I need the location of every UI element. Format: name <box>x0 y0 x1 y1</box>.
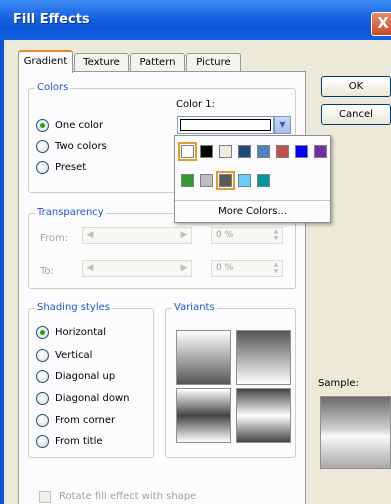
from-slider[interactable]: ◀ ▶ <box>82 227 192 244</box>
tab-texture[interactable]: Texture <box>74 53 129 72</box>
ok-button[interactable]: OK <box>321 76 391 97</box>
swatch-bright-blue[interactable] <box>295 145 308 158</box>
radio-indicator <box>36 348 49 362</box>
radio-preset[interactable]: Preset <box>36 159 86 175</box>
transparency-group: Transparency From: ◀ ▶ 0 % ▲ ▼ To: ◀ ▶ 0 … <box>28 207 296 289</box>
radio-label: Preset <box>55 161 87 173</box>
tab-pattern[interactable]: Pattern <box>130 53 185 72</box>
more-colors-button[interactable]: More Colors... <box>175 200 330 222</box>
radio-one-color[interactable]: One color <box>36 117 103 133</box>
radio-indicator <box>36 434 49 448</box>
radio-from-title[interactable]: From title <box>36 433 103 449</box>
radio-indicator <box>36 325 49 339</box>
shading-legend: Shading styles <box>35 302 112 313</box>
radio-label: Horizontal <box>55 326 107 338</box>
swatch-blue[interactable] <box>257 145 270 158</box>
title-bar: Fill Effects X <box>0 0 391 40</box>
spinner-arrows-icon: ▲ ▼ <box>273 228 279 242</box>
arrow-left-icon: ◀ <box>86 263 94 273</box>
swatch-teal[interactable] <box>257 174 270 187</box>
radio-label: Diagonal down <box>55 392 130 404</box>
swatch-light-blue[interactable] <box>238 174 251 187</box>
swatch-tan[interactable] <box>219 145 232 158</box>
radio-indicator <box>36 391 49 405</box>
radio-from-corner[interactable]: From corner <box>36 412 115 428</box>
spinner-arrows-icon: ▲ ▼ <box>273 261 279 275</box>
color1-label: Color 1: <box>176 99 216 110</box>
radio-label: Vertical <box>55 349 93 361</box>
rotate-checkbox-label: Rotate fill effect with shape <box>59 491 197 502</box>
to-spinner[interactable]: 0 % ▲ ▼ <box>211 260 283 277</box>
radio-vertical[interactable]: Vertical <box>36 347 92 363</box>
variant-2[interactable] <box>236 330 291 385</box>
swatch-dark-blue[interactable] <box>238 145 251 158</box>
chevron-down-icon: ▼ <box>279 120 286 129</box>
arrow-right-icon: ▶ <box>180 230 188 240</box>
arrow-right-icon: ▶ <box>180 263 188 273</box>
variant-3[interactable] <box>176 388 231 443</box>
rotate-checkbox[interactable] <box>39 491 51 503</box>
swatch-red[interactable] <box>276 145 289 158</box>
radio-label: From title <box>55 435 103 447</box>
transparency-legend: Transparency <box>35 207 106 218</box>
swatch-purple[interactable] <box>314 145 327 158</box>
arrow-left-icon: ◀ <box>86 230 94 240</box>
tab-gradient[interactable]: Gradient <box>18 50 73 73</box>
radio-label: From corner <box>55 414 116 426</box>
variants-group: Variants <box>165 302 296 458</box>
from-value: 0 % <box>216 230 234 240</box>
from-spinner[interactable]: 0 % ▲ ▼ <box>211 227 283 244</box>
sample-preview <box>320 396 391 469</box>
radio-indicator <box>36 413 49 427</box>
variants-legend: Variants <box>172 302 217 313</box>
colors-legend: Colors <box>35 82 71 93</box>
radio-horizontal[interactable]: Horizontal <box>36 324 106 340</box>
to-label: To: <box>40 266 54 277</box>
radio-diagonal-up[interactable]: Diagonal up <box>36 368 115 384</box>
window-frame <box>0 40 4 504</box>
color1-picker[interactable] <box>177 116 274 134</box>
color1-dropdown-button[interactable]: ▼ <box>274 116 291 134</box>
swatch-dark-gray[interactable] <box>216 171 235 190</box>
radio-indicator <box>36 369 49 383</box>
swatch-light-gray[interactable] <box>200 174 213 187</box>
radio-label: Two colors <box>55 140 107 152</box>
to-value: 0 % <box>216 263 234 273</box>
swatch-white[interactable] <box>178 142 197 161</box>
color-palette-popup: More Colors... <box>174 135 331 223</box>
shading-styles-group: Shading styles Horizontal Vertical Diago… <box>28 302 154 458</box>
radio-indicator <box>36 139 49 153</box>
swatch-green[interactable] <box>181 174 194 187</box>
cancel-button[interactable]: Cancel <box>321 104 391 125</box>
radio-label: Diagonal up <box>55 370 116 382</box>
swatch-black[interactable] <box>200 145 213 158</box>
variant-1[interactable] <box>176 330 231 385</box>
close-button[interactable]: X <box>371 12 391 36</box>
to-slider[interactable]: ◀ ▶ <box>82 260 192 277</box>
tab-picture[interactable]: Picture <box>186 53 241 72</box>
radio-indicator <box>36 160 49 174</box>
from-label: From: <box>40 233 69 244</box>
radio-diagonal-down[interactable]: Diagonal down <box>36 390 129 406</box>
window-title: Fill Effects <box>13 12 90 27</box>
radio-label: One color <box>55 119 104 131</box>
color1-preview <box>180 119 271 131</box>
radio-indicator <box>36 118 49 132</box>
radio-two-colors[interactable]: Two colors <box>36 138 107 154</box>
variant-4[interactable] <box>236 388 291 443</box>
sample-label: Sample: <box>318 378 359 389</box>
